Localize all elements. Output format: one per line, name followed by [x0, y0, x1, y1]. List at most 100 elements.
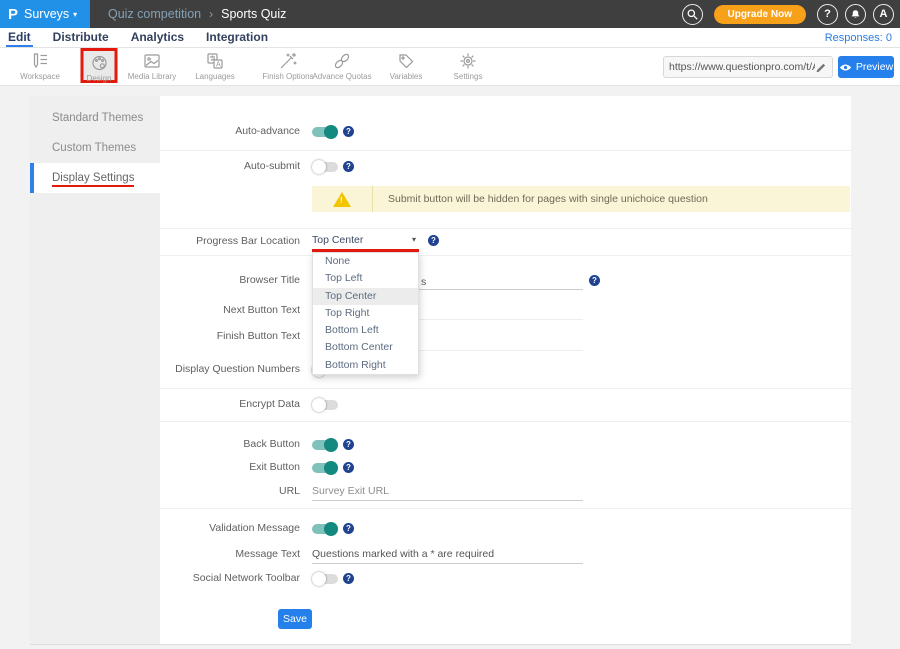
design-palette-icon: [89, 53, 109, 73]
workspace-icon: [30, 51, 50, 71]
browser-title-label: Browser Title: [160, 274, 300, 286]
upgrade-now-button[interactable]: Upgrade Now: [714, 5, 806, 24]
social-network-toolbar-toggle[interactable]: [312, 572, 338, 586]
survey-subnav: Edit Distribute Analytics Integration Re…: [0, 28, 900, 48]
menu-option-bottom-left[interactable]: Bottom Left: [313, 322, 418, 339]
sidebar-item-display-settings[interactable]: Display Settings: [30, 163, 160, 193]
browser-title-help-icon[interactable]: ?: [589, 275, 600, 286]
menu-option-bottom-center[interactable]: Bottom Center: [313, 339, 418, 356]
variables-tag-icon: [396, 51, 416, 71]
edit-toolbar: Workspace Design Media Library A Languag…: [0, 48, 900, 86]
divider: [160, 150, 851, 151]
progress-bar-location-help-icon[interactable]: ?: [428, 235, 439, 246]
chevron-down-icon: ▾: [73, 10, 77, 19]
browser-title-visible-text: s: [421, 276, 426, 288]
back-button-toggle[interactable]: [312, 438, 338, 452]
media-library-icon: [142, 51, 162, 71]
display-settings-form: Auto-advance ? Auto-submit ? ! Submit bu…: [160, 96, 851, 644]
auto-advance-help-icon[interactable]: ?: [343, 126, 354, 137]
select-caret-icon: ▾: [412, 235, 416, 244]
menu-option-top-left[interactable]: Top Left: [313, 270, 418, 287]
progress-bar-location-select[interactable]: Top Center: [312, 234, 419, 246]
surveys-menu[interactable]: P Surveys ▾: [0, 0, 90, 28]
annotation-red-underline: [312, 249, 419, 252]
validation-message-toggle[interactable]: [312, 522, 338, 536]
save-button[interactable]: Save: [278, 609, 312, 629]
languages-icon: A: [205, 51, 225, 71]
auto-submit-warning-banner: ! Submit button will be hidden for pages…: [312, 186, 850, 212]
divider: [160, 388, 851, 389]
breadcrumb: Quiz competition › Sports Quiz: [108, 7, 286, 21]
next-button-text-label: Next Button Text: [160, 304, 300, 316]
survey-url-field[interactable]: https://www.questionpro.com/t/APNrFZ: [663, 56, 833, 78]
eye-icon: [839, 63, 852, 72]
preview-button[interactable]: Preview: [838, 56, 894, 78]
toolbar-item-label: Variables: [390, 72, 423, 81]
message-text-label: Message Text: [160, 548, 300, 560]
back-button-help-icon[interactable]: ?: [343, 439, 354, 450]
responses-count[interactable]: Responses: 0: [825, 28, 892, 47]
avatar[interactable]: A: [873, 4, 894, 25]
progress-bar-location-label: Progress Bar Location: [160, 235, 300, 247]
exit-button-label: Exit Button: [160, 461, 300, 473]
toolbar-item-design[interactable]: Design: [81, 48, 118, 83]
toolbar-item-label: Workspace: [20, 72, 60, 81]
tab-edit[interactable]: Edit: [6, 28, 33, 47]
encrypt-data-toggle[interactable]: [312, 398, 338, 412]
help-icon[interactable]: ?: [817, 4, 838, 25]
design-settings-card: Standard Themes Custom Themes Display Se…: [30, 96, 851, 645]
display-question-numbers-label: Display Question Numbers: [160, 363, 300, 375]
notifications-bell-icon[interactable]: [845, 4, 866, 25]
toolbar-item-workspace[interactable]: Workspace: [2, 51, 78, 81]
divider: [160, 508, 851, 509]
divider: [160, 255, 851, 256]
encrypt-data-label: Encrypt Data: [160, 398, 300, 410]
auto-submit-help-icon[interactable]: ?: [343, 161, 354, 172]
social-network-toolbar-help-icon[interactable]: ?: [343, 573, 354, 584]
menu-option-none[interactable]: None: [313, 253, 418, 270]
toolbar-item-label: Design: [87, 74, 112, 83]
tab-distribute[interactable]: Distribute: [51, 28, 111, 47]
sidebar-item-custom-themes[interactable]: Custom Themes: [30, 133, 160, 163]
edit-pencil-icon[interactable]: [815, 61, 827, 73]
breadcrumb-parent[interactable]: Quiz competition: [108, 7, 201, 21]
exit-button-help-icon[interactable]: ?: [343, 462, 354, 473]
breadcrumb-separator: ›: [209, 7, 213, 21]
menu-option-bottom-right[interactable]: Bottom Right: [313, 357, 418, 374]
divider: [160, 228, 851, 229]
social-network-toolbar-label: Social Network Toolbar: [160, 572, 300, 584]
exit-button-toggle[interactable]: [312, 461, 338, 475]
auto-submit-toggle[interactable]: [312, 160, 338, 174]
warning-icon-cell: !: [312, 186, 373, 212]
page-background: Standard Themes Custom Themes Display Se…: [0, 86, 900, 649]
search-icon[interactable]: [682, 4, 703, 25]
auto-advance-toggle[interactable]: [312, 125, 338, 139]
toolbar-item-label: Settings: [454, 72, 483, 81]
exit-url-input[interactable]: Survey Exit URL: [312, 485, 583, 501]
menu-option-top-right[interactable]: Top Right: [313, 305, 418, 322]
toolbar-item-settings[interactable]: Settings: [430, 51, 506, 81]
validation-message-help-icon[interactable]: ?: [343, 523, 354, 534]
toolbar-item-label: Advance Quotas: [312, 72, 371, 81]
validation-message-label: Validation Message: [160, 522, 300, 534]
finish-button-text-label: Finish Button Text: [160, 330, 300, 342]
toolbar-item-label: Languages: [195, 72, 235, 81]
advance-quotas-links-icon: [332, 51, 352, 71]
sidebar-item-label: Display Settings: [52, 172, 134, 187]
design-sidebar: Standard Themes Custom Themes Display Se…: [30, 96, 160, 644]
warning-triangle-icon: !: [333, 192, 351, 207]
message-text-input[interactable]: Questions marked with a * are required: [312, 548, 583, 564]
surveys-menu-label: Surveys: [24, 7, 69, 21]
breadcrumb-current: Sports Quiz: [221, 7, 286, 21]
sidebar-item-label: Standard Themes: [52, 112, 143, 124]
sidebar-item-standard-themes[interactable]: Standard Themes: [30, 103, 160, 133]
auto-advance-label: Auto-advance: [160, 125, 300, 137]
settings-gear-icon: [458, 51, 478, 71]
menu-option-top-center[interactable]: Top Center: [313, 288, 418, 305]
exit-url-label: URL: [160, 485, 300, 497]
survey-url-text: https://www.questionpro.com/t/APNrFZ: [669, 61, 815, 73]
tab-analytics[interactable]: Analytics: [129, 28, 186, 47]
toolbar-item-languages[interactable]: A Languages: [177, 51, 253, 81]
auto-submit-label: Auto-submit: [160, 160, 300, 172]
tab-integration[interactable]: Integration: [204, 28, 270, 47]
